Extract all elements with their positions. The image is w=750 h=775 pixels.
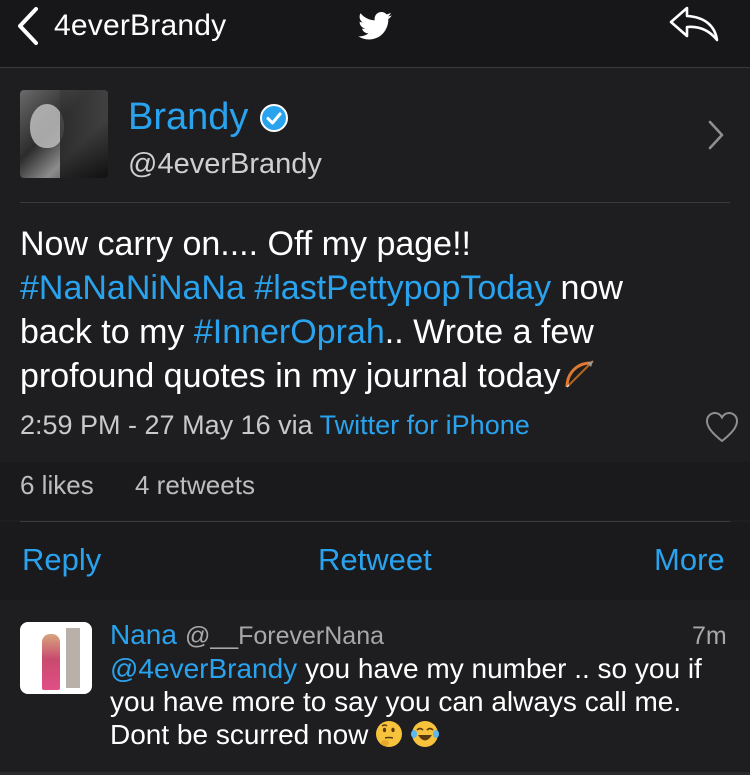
bow-and-arrow-emoji (565, 360, 594, 388)
thinking-face-emoji (376, 721, 403, 747)
tears-of-joy-emoji (411, 721, 440, 747)
chevron-left-icon (18, 7, 38, 45)
navigation-bar: 4everBrandy (0, 0, 750, 68)
verified-badge-icon (260, 103, 289, 132)
nav-title: 4everBrandy (54, 9, 227, 42)
heart-icon[interactable] (704, 410, 740, 444)
avatar[interactable] (20, 90, 108, 178)
source-link[interactable]: Twitter for iPhone (320, 410, 530, 440)
twitter-bird-icon (358, 12, 392, 40)
reply-time: 7m (692, 622, 727, 650)
mention-link[interactable]: @4everBrandy (110, 653, 297, 684)
reply-author-name[interactable]: Nana (110, 619, 177, 651)
reply-author-handle: @__ForeverNana (184, 622, 385, 650)
reply-button[interactable]: Reply (22, 542, 101, 578)
reply-text: @4everBrandy you have my number .. so yo… (110, 652, 730, 751)
hashtag-link[interactable]: #NaNaNiNaNa (20, 269, 245, 307)
share-arrow-icon[interactable] (667, 2, 721, 44)
profile-header[interactable]: Brandy @4everBrandy (0, 70, 750, 202)
tweet-text-part: Now carry on.... Off my page!! (20, 225, 471, 263)
more-button[interactable]: More (654, 542, 725, 578)
profile-name: Brandy (128, 96, 249, 138)
likes-count[interactable]: 6 likes (20, 470, 94, 501)
profile-handle: @4everBrandy (128, 148, 322, 180)
stats-bar (0, 462, 750, 520)
retweet-button[interactable]: Retweet (318, 542, 432, 578)
retweets-count[interactable]: 4 retweets (135, 470, 255, 501)
reply-author-row: Nana @__ForeverNana (110, 619, 384, 651)
profile-name-row: Brandy (128, 96, 289, 139)
back-button[interactable]: 4everBrandy (14, 6, 314, 46)
chevron-right-icon[interactable] (706, 118, 726, 152)
hashtag-link[interactable]: #lastPettypopToday (254, 269, 551, 307)
divider (20, 202, 730, 203)
avatar[interactable] (20, 622, 92, 694)
tweet-text: Now carry on.... Off my page!! #NaNaNiNa… (20, 222, 680, 398)
hashtag-link[interactable]: #InnerOprah (194, 313, 385, 351)
tweet-meta: 2:59 PM - 27 May 16 via Twitter for iPho… (20, 410, 530, 441)
timestamp: 2:59 PM - 27 May 16 via (20, 410, 320, 440)
